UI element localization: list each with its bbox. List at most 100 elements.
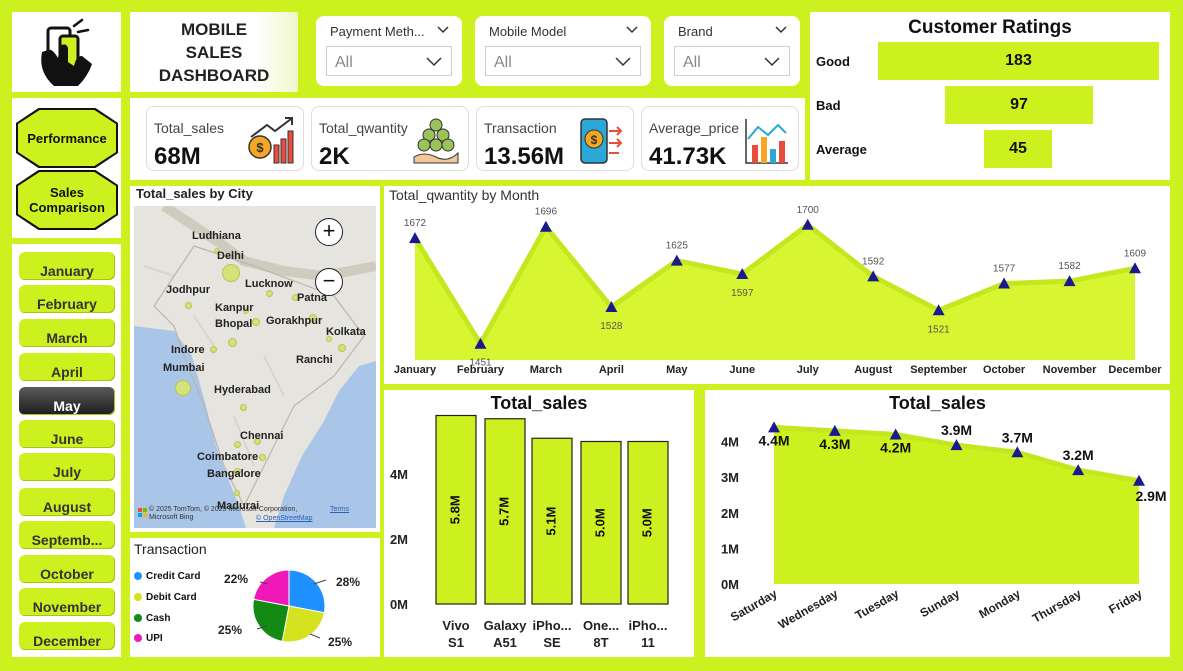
map-bubble[interactable] [175, 380, 191, 396]
navigation-panel: Performance Sales Comparison [12, 98, 121, 238]
chevron-down-icon[interactable] [763, 55, 781, 69]
x-tick-label: October [983, 364, 1026, 376]
pie-label: 25% [328, 635, 352, 649]
map-bubble[interactable] [210, 346, 217, 353]
hand-phone-icon [41, 18, 92, 86]
map-bubble[interactable] [252, 318, 260, 326]
month-button-july[interactable]: July [19, 453, 115, 481]
city-label: Delhi [217, 250, 244, 262]
sales-bar-chart[interactable]: 0M 2M 4M 5.8M Vivo S1 5.7M Galaxy A51 5.1M iPho...… [384, 390, 694, 657]
sales-by-day-area-chart[interactable]: 0M 1M 2M 3M 4M 4.4M Saturday 4.3M Wednesday 4.2M T… [705, 390, 1170, 657]
payment-method-dropdown[interactable]: All [326, 46, 452, 76]
kpi-card-transaction[interactable]: Transaction 13.56M $ [476, 106, 634, 171]
map-bubble[interactable] [234, 441, 241, 448]
kpi-value: 13.56M [484, 143, 565, 170]
y-tick-label: 4M [390, 467, 408, 482]
kpi-label: Transaction [484, 120, 557, 136]
customer-ratings-card: Customer Ratings Good 183 Bad 97 Average… [810, 12, 1170, 180]
mobile-model-dropdown[interactable]: All [485, 46, 641, 76]
money-growth-icon: $ [248, 117, 294, 164]
brand-slicer[interactable]: Brand All [664, 16, 800, 86]
bar-value-label: 5.1M [543, 507, 558, 536]
data-point-marker [801, 218, 814, 230]
chevron-down-icon[interactable] [614, 55, 632, 69]
x-tick-label: August [854, 364, 892, 376]
city-label: Lucknow [245, 278, 293, 290]
data-label: 2.9M [1135, 488, 1166, 504]
data-label: 4.4M [758, 432, 789, 448]
chevron-down-icon[interactable] [425, 55, 443, 69]
pie-chart[interactable]: 28% 25% 25% 22% [130, 538, 380, 657]
kpi-panel: Total_sales 68M $ Total_qwantity 2K Tran… [130, 98, 805, 180]
x-tick-label: September [910, 364, 968, 376]
month-button-december[interactable]: December [19, 622, 115, 650]
rating-bar-good[interactable]: 183 [878, 42, 1159, 80]
map-bubble[interactable] [338, 344, 346, 352]
rating-bar-bad[interactable]: 97 [945, 86, 1093, 124]
month-button-june[interactable]: June [19, 420, 115, 448]
x-tick-label: April [599, 364, 624, 376]
performance-button[interactable]: Performance [16, 108, 118, 168]
month-button-november[interactable]: November [19, 588, 115, 616]
kpi-value: 41.73K [649, 143, 727, 170]
y-tick-label: 2M [390, 532, 408, 547]
month-button-august[interactable]: August [19, 488, 115, 516]
y-tick-label: 2M [721, 506, 739, 521]
map-bubble[interactable] [259, 454, 266, 461]
brand-dropdown[interactable]: All [674, 46, 790, 76]
slicer-label: Mobile Model [489, 24, 567, 39]
x-tick-label: Wednesday [776, 586, 841, 632]
chevron-down-icon[interactable] [436, 24, 450, 36]
india-map[interactable]: Ludhiana Delhi Jodhpur Lucknow Patna Kan… [134, 206, 376, 528]
zoom-out-button[interactable]: − [315, 268, 343, 296]
rating-label-bad: Bad [816, 98, 841, 113]
month-button-february[interactable]: February [19, 285, 115, 313]
terms-link[interactable]: Terms [330, 506, 349, 513]
month-button-april[interactable]: April [19, 353, 115, 381]
sales-comparison-button[interactable]: Sales Comparison [16, 170, 118, 230]
x-tick-label: 8T [593, 635, 608, 650]
chevron-down-icon[interactable] [774, 24, 788, 36]
bing-label: Microsoft Bing [149, 514, 194, 521]
kpi-card-total-quantity[interactable]: Total_qwantity 2K [311, 106, 469, 171]
map-title: Total_sales by City [136, 186, 253, 201]
kpi-card-total-sales[interactable]: Total_sales 68M $ [146, 106, 304, 171]
month-button-october[interactable]: October [19, 555, 115, 583]
data-label: 1597 [731, 288, 754, 299]
month-button-january[interactable]: January [19, 252, 115, 280]
x-tick-label: Thursday [1030, 586, 1084, 625]
month-button-march[interactable]: March [19, 319, 115, 347]
map-bubble[interactable] [234, 490, 240, 496]
month-button-may[interactable]: May [19, 387, 115, 415]
map-bubble[interactable] [266, 290, 273, 297]
map-bubble[interactable] [222, 264, 240, 282]
y-tick-label: 0M [390, 597, 408, 612]
x-tick-label: May [666, 364, 688, 376]
chevron-down-icon[interactable] [625, 24, 639, 36]
map-bubble[interactable] [185, 302, 192, 309]
rating-bar-average[interactable]: 45 [984, 130, 1052, 168]
transaction-pie-card: Transaction Credit Card Debit Card Cash … [130, 538, 380, 657]
map-bubble[interactable] [228, 338, 237, 347]
sales-comparison-label: Sales Comparison [29, 185, 105, 215]
payment-method-slicer[interactable]: Payment Meth... All [316, 16, 462, 86]
logo [12, 12, 121, 92]
quantity-by-month-card: Total_qwantity by Month 1672 January 1451 F… [384, 186, 1170, 384]
zoom-in-button[interactable]: + [315, 218, 343, 246]
x-tick-label: iPho... [629, 618, 668, 633]
kpi-card-average-price[interactable]: Average_price 41.73K [641, 106, 799, 171]
sales-by-day-card: Total_sales 0M 1M 2M 3M 4M 4.4M Saturday 4.3M We… [705, 390, 1170, 657]
quantity-area-chart[interactable]: 1672January1451February1696March1528Apri… [384, 186, 1170, 384]
slicer-label: Payment Meth... [330, 24, 425, 39]
osm-link[interactable]: © OpenStreetMap [256, 515, 313, 522]
x-tick-label: February [457, 364, 505, 376]
pie-slice [253, 569, 290, 607]
kpi-label: Total_sales [154, 120, 225, 136]
month-button-september[interactable]: Septemb... [19, 521, 115, 549]
map-bubble[interactable] [240, 404, 247, 411]
bar-value-label: 5.8M [447, 495, 462, 524]
city-label: Bangalore [207, 468, 261, 480]
leader-line [309, 633, 321, 639]
mobile-model-slicer[interactable]: Mobile Model All [475, 16, 651, 86]
x-tick-label: March [530, 364, 563, 376]
